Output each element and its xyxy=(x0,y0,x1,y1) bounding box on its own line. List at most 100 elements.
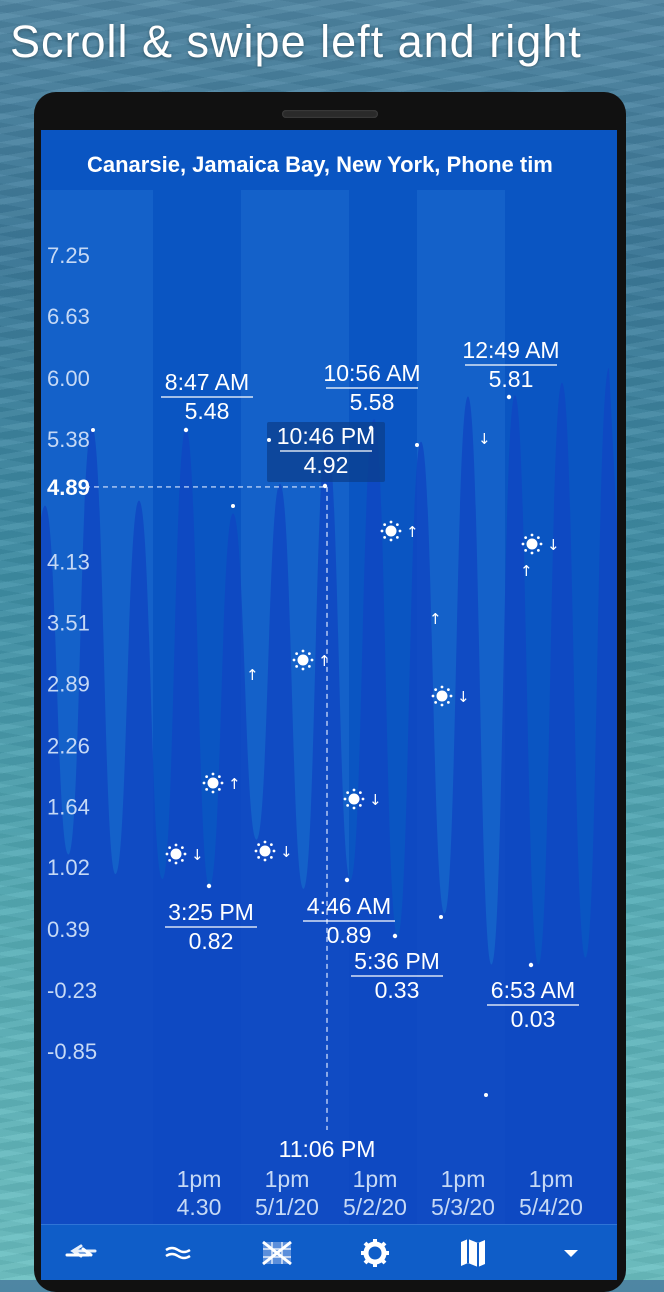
sun-ray xyxy=(346,791,350,795)
x-tick-date: 5/4/20 xyxy=(519,1194,583,1220)
sun-ray xyxy=(180,846,184,850)
sun-ray xyxy=(295,664,299,668)
tide-height-label: 0.33 xyxy=(375,977,420,1003)
tide-point xyxy=(322,483,328,489)
y-tick-label: 6.00 xyxy=(47,366,90,391)
cursor-time-label: 11:06 PM xyxy=(279,1136,376,1162)
sun-ray xyxy=(352,788,356,792)
y-tick-label: 2.89 xyxy=(47,671,90,696)
sun-ray xyxy=(168,858,172,862)
dropdown-icon[interactable] xyxy=(541,1233,601,1273)
tide-point xyxy=(506,394,512,400)
sun-ray xyxy=(269,855,273,859)
y-tick-label: 3.51 xyxy=(47,611,90,636)
sun-ray xyxy=(220,781,224,785)
sun-ray xyxy=(263,858,267,862)
gear-icon[interactable] xyxy=(345,1233,405,1273)
x-tick-date: 5/2/20 xyxy=(343,1194,407,1220)
sun-ray xyxy=(165,852,169,856)
swap-icon[interactable] xyxy=(51,1233,111,1273)
sun-ray xyxy=(389,520,393,524)
sun-ray xyxy=(310,658,314,662)
tide-time-label: 8:47 AM xyxy=(165,369,249,395)
direction-arrow: ↑ xyxy=(228,775,241,793)
sun-ray xyxy=(295,652,299,656)
sun-ray xyxy=(434,688,438,692)
sun-ray xyxy=(521,542,525,546)
sun-icon xyxy=(297,654,309,666)
sun-ray xyxy=(358,791,362,795)
sun-ray xyxy=(180,858,184,862)
tide-chart[interactable]: 7.25 6.63 6.00 5.38 4.89 4.13 3.51 2.89 2.26 1.64… xyxy=(41,130,617,1224)
tide-point xyxy=(344,877,350,883)
map-icon[interactable] xyxy=(443,1233,503,1273)
tide-time-label: 10:46 PM xyxy=(277,423,375,449)
y-tick-label: 4.13 xyxy=(47,550,90,575)
sun-ray xyxy=(536,536,540,540)
x-tick-hour: 1pm xyxy=(177,1166,222,1192)
y-tick-label: 7.25 xyxy=(47,243,90,268)
sun-ray xyxy=(257,855,261,859)
y-tick-label: 2.26 xyxy=(47,733,90,758)
tide-point xyxy=(368,425,374,431)
sun-ray xyxy=(389,538,393,542)
sun-ray xyxy=(217,787,221,791)
sun-ray xyxy=(174,861,178,865)
direction-arrow: ↓ xyxy=(191,846,204,864)
x-tick-hour: 1pm xyxy=(529,1166,574,1192)
sun-rise-icon: ↑ xyxy=(380,520,419,542)
sun-ray xyxy=(301,649,305,653)
y-tick-label: 6.63 xyxy=(47,304,90,329)
sun-ray xyxy=(524,548,528,552)
curve-point xyxy=(484,1093,488,1097)
sun-ray xyxy=(343,797,347,801)
app-screen[interactable]: 7.25 6.63 6.00 5.38 4.89 4.13 3.51 2.89 2.26 1.64… xyxy=(41,130,617,1280)
sun-ray xyxy=(440,703,444,707)
tide-point xyxy=(392,933,398,939)
sun-ray xyxy=(183,852,187,856)
sun-ray xyxy=(383,535,387,539)
curve-point xyxy=(91,428,95,432)
tide-time-label: 6:53 AM xyxy=(491,977,575,1003)
sun-ray xyxy=(380,529,384,533)
x-tick-hour: 1pm xyxy=(265,1166,310,1192)
sun-ray xyxy=(361,797,365,801)
curve-point xyxy=(267,438,271,442)
y-tick-label: 5.38 xyxy=(47,427,90,452)
direction-arrow: ↑ xyxy=(429,610,442,628)
tide-time-label: 4:46 AM xyxy=(307,893,391,919)
sun-ray xyxy=(307,664,311,668)
sun-ray xyxy=(205,775,209,779)
banner-text: Scroll & swipe left and right xyxy=(10,16,582,67)
tide-height-label: 0.89 xyxy=(327,922,372,948)
curve-point xyxy=(415,443,419,447)
sun-ray xyxy=(530,533,534,537)
sun-ray xyxy=(446,688,450,692)
direction-arrow: ↑ xyxy=(246,666,259,684)
sun-ray xyxy=(352,806,356,810)
direction-arrow: ↑ xyxy=(318,652,331,670)
tide-time-label: 5:36 PM xyxy=(354,948,440,974)
location-title: Canarsie, Jamaica Bay, New York, Phone t… xyxy=(87,152,553,177)
sun-ray xyxy=(263,840,267,844)
direction-arrow: ↓ xyxy=(457,688,470,706)
sun-ray xyxy=(398,529,402,533)
bottom-navigation xyxy=(41,1224,617,1280)
sun-ray xyxy=(168,846,172,850)
x-tick-hour: 1pm xyxy=(353,1166,398,1192)
sun-ray xyxy=(383,523,387,527)
y-tick-label: 1.64 xyxy=(47,794,90,819)
sun-ray xyxy=(539,542,543,546)
sun-ray xyxy=(395,535,399,539)
sun-ray xyxy=(205,787,209,791)
tide-time-label: 10:56 AM xyxy=(323,360,420,386)
sun-ray xyxy=(174,843,178,847)
sun-icon xyxy=(259,845,271,857)
x-tick-date: 4.30 xyxy=(177,1194,222,1220)
waves-icon[interactable] xyxy=(149,1233,209,1273)
sun-icon xyxy=(207,777,219,789)
grid-icon[interactable] xyxy=(247,1233,307,1273)
sun-icon xyxy=(170,848,182,860)
x-tick-date: 5/1/20 xyxy=(255,1194,319,1220)
direction-arrow: ↓ xyxy=(369,791,382,809)
